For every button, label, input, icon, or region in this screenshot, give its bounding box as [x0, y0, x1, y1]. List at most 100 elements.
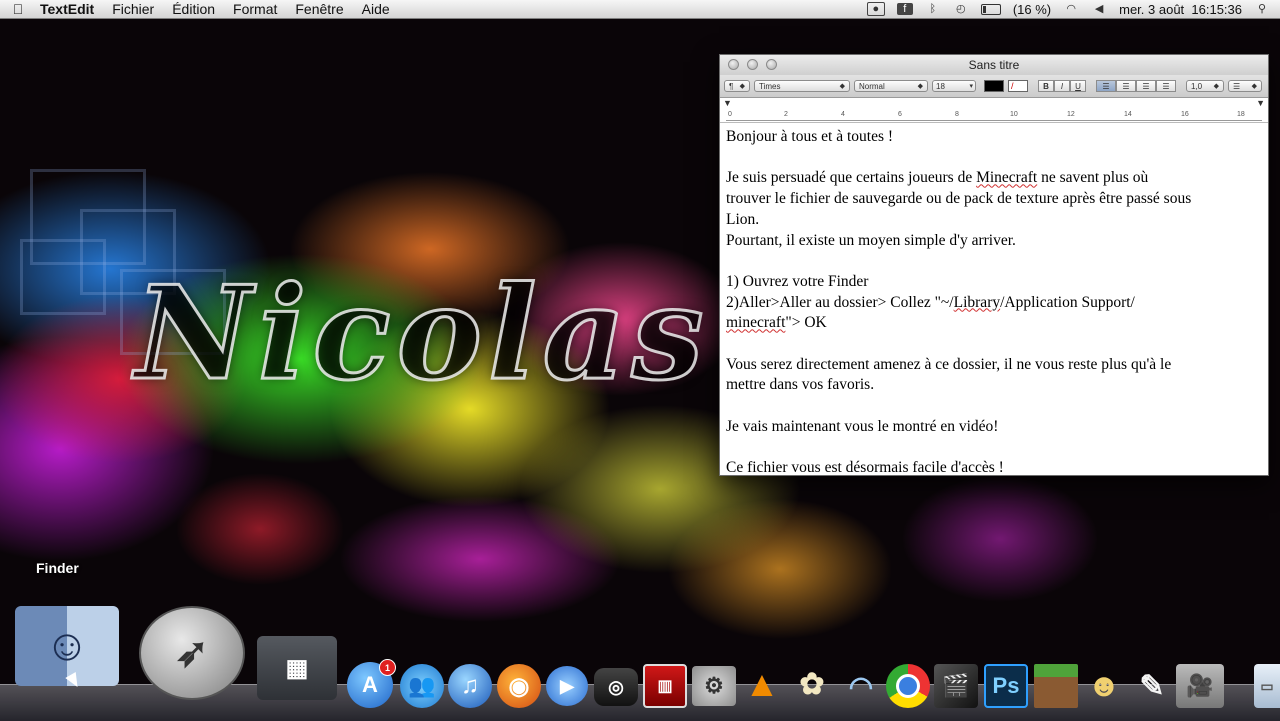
ruler-label: 6	[898, 111, 902, 118]
font-family-label: Times	[759, 81, 781, 91]
font-style-popup[interactable]: Normal ◆	[854, 80, 928, 92]
dock-vlc[interactable]: ▲	[742, 660, 782, 708]
screen-recording-icon[interactable]: ●	[866, 2, 885, 16]
window-title: Sans titre	[968, 58, 1020, 72]
document-line: Vous serez directement amenez à ce dossi…	[726, 355, 1172, 373]
underline-button[interactable]: U	[1070, 80, 1086, 92]
italic-button[interactable]: I	[1054, 80, 1070, 92]
menu-app-name[interactable]: TextEdit	[36, 1, 103, 17]
clapperboard-icon: 🎬	[942, 673, 970, 698]
document-line: Je vais maintenant vous le montré en vid…	[726, 417, 999, 435]
dock-chrome[interactable]	[886, 664, 930, 708]
battery-percentage: (16 %)	[1012, 1, 1052, 17]
dock-app-store[interactable]: A 1	[347, 659, 396, 708]
menu-edition[interactable]: Édition	[163, 1, 224, 17]
dock-system-preferences[interactable]: ⚙	[692, 666, 736, 706]
dock-photo-booth[interactable]: ▥	[643, 664, 687, 708]
align-center-button[interactable]: ☰	[1116, 80, 1136, 92]
video-camera-icon: ▶	[560, 675, 574, 696]
document-line: Lion.	[726, 210, 760, 228]
dock-messenger[interactable]: 👥	[400, 664, 444, 708]
background-color-swatch[interactable]: /	[1008, 80, 1028, 92]
dock-itunes[interactable]: ♫	[448, 664, 492, 708]
right-margin-marker-icon[interactable]: ▼	[1256, 98, 1265, 108]
window-titlebar[interactable]: Sans titre	[720, 55, 1268, 75]
popup-arrow-icon: ◆	[739, 83, 745, 90]
pen-paper-icon: ✎	[1139, 669, 1165, 703]
dock-openoffice[interactable]: ◠	[838, 664, 884, 708]
dock-minecraft[interactable]	[1034, 664, 1078, 708]
dock-finder[interactable]: ☺	[15, 606, 119, 686]
dock-textedit[interactable]: ✎	[1130, 664, 1174, 708]
align-right-button[interactable]: ☰	[1136, 80, 1156, 92]
dock-photoshop[interactable]: Ps	[984, 664, 1028, 708]
dock-lego-harry-potter[interactable]: ☻	[1082, 662, 1126, 708]
font-size-combo[interactable]: 18 ▾	[932, 80, 976, 92]
minimize-button[interactable]	[747, 59, 758, 70]
menu-format[interactable]: Format	[224, 1, 286, 17]
document-line	[726, 437, 1262, 458]
dock-launchpad[interactable]: ➶	[139, 606, 245, 700]
dock-facetime[interactable]: ◎	[594, 668, 638, 706]
traffic-cone-icon: ▲	[744, 663, 780, 704]
menu-clock[interactable]: mer. 3 août 16:15:36	[1119, 2, 1242, 17]
menu-fichier[interactable]: Fichier	[103, 1, 163, 17]
dock-imovie[interactable]: 🎥	[1176, 664, 1224, 708]
dock-applications-folder[interactable]: ▭	[1254, 664, 1280, 708]
paragraph-style-popup[interactable]: ¶ ◆	[724, 80, 750, 92]
ruler-label: 12	[1067, 111, 1075, 118]
ruler-label: 2	[784, 111, 788, 118]
menu-bar:  TextEdit Fichier Édition Format Fenêtr…	[0, 0, 1280, 19]
align-justify-button[interactable]: ☰	[1156, 80, 1176, 92]
popup-arrow-icon: ◆	[839, 83, 845, 90]
time-machine-icon[interactable]: ◴	[953, 3, 969, 15]
wallpaper-deco-square	[20, 239, 106, 315]
line-spacing-popup[interactable]: 1,0 ◆	[1186, 80, 1224, 92]
document-text-area[interactable]: Bonjour à tous et à toutes ! Je suis per…	[720, 123, 1268, 475]
ruler-label: 8	[955, 111, 959, 118]
ruler-label: 10	[1010, 111, 1018, 118]
bold-button[interactable]: B	[1038, 80, 1054, 92]
font-style-label: Normal	[859, 81, 885, 91]
dock-desktop-stack[interactable]: ▦	[257, 636, 337, 700]
list-style-popup[interactable]: ☰ ◆	[1228, 80, 1262, 92]
text-color-swatch[interactable]	[984, 80, 1004, 92]
document-line: mettre dans vos favoris.	[726, 376, 875, 394]
apple-menu-icon[interactable]: 	[0, 1, 36, 17]
ruler[interactable]: ▼ ▼ 0 2 4 6 8 10 12 14 16 18	[720, 98, 1268, 123]
document-line: 2)Aller>Aller au dossier> Collez "~/Libr…	[726, 293, 1135, 311]
dock-ichat[interactable]: ▶	[546, 666, 588, 706]
people-icon: 👥	[408, 673, 436, 698]
folder-icon: ▭	[1260, 677, 1274, 694]
volume-icon[interactable]: ◀	[1091, 3, 1107, 15]
zoom-button[interactable]	[766, 59, 777, 70]
list-icon: ☰	[1233, 81, 1241, 91]
dock-final-cut[interactable]: 🎬	[934, 664, 978, 708]
facebook-icon[interactable]: f	[896, 3, 913, 15]
ruler-label: 0	[728, 111, 732, 118]
textedit-window: Sans titre ¶ ◆ Times ◆ Normal ◆ 18 ▾ / B I U…	[719, 54, 1269, 476]
document-line: trouver le fichier de sauvegarde ou de p…	[726, 190, 1192, 208]
font-family-popup[interactable]: Times ◆	[754, 80, 850, 92]
align-left-button[interactable]: ☰	[1096, 80, 1116, 92]
firefox-globe-icon: ◉	[508, 672, 530, 700]
document-line	[726, 251, 1262, 272]
gear-icon: ⚙	[704, 673, 724, 698]
wifi-icon[interactable]: ◠	[1063, 3, 1079, 15]
document-line: 1) Ouvrez votre Finder	[726, 272, 869, 290]
menu-fenetre[interactable]: Fenêtre	[286, 1, 352, 17]
menu-aide[interactable]: Aide	[353, 1, 399, 17]
font-size-label: 18	[936, 81, 945, 91]
tab-marker-icon[interactable]: ▼	[723, 98, 732, 108]
dock-firefox[interactable]: ◉	[497, 664, 541, 708]
battery-icon[interactable]	[980, 3, 1001, 15]
ruler-label: 14	[1124, 111, 1132, 118]
document-line: Bonjour à tous et à toutes !	[726, 128, 894, 145]
close-button[interactable]	[728, 59, 739, 70]
ruler-label: 18	[1237, 111, 1245, 118]
dock-growl[interactable]: ✿	[790, 660, 834, 708]
document-line	[726, 148, 1262, 169]
bluetooth-icon[interactable]: ᛒ	[925, 3, 941, 15]
line-spacing-label: 1,0	[1191, 81, 1203, 91]
spotlight-search-icon[interactable]: ⚲	[1254, 3, 1270, 15]
